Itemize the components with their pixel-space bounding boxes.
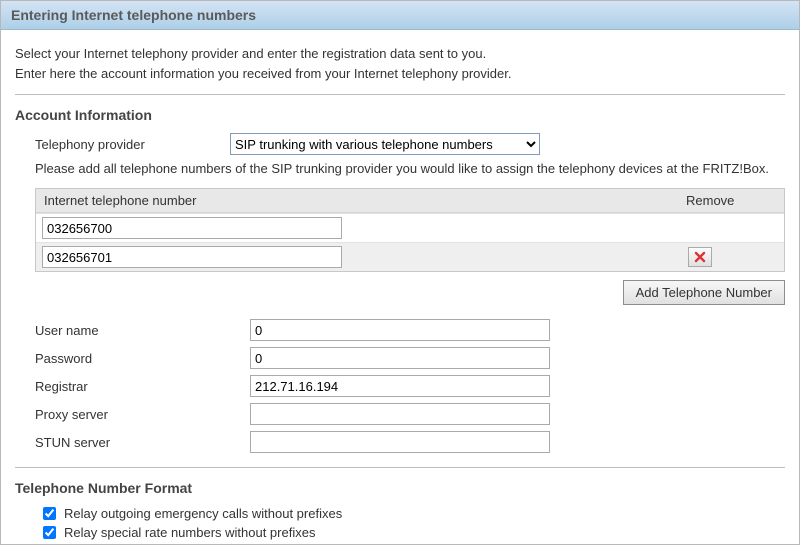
emergency-prefix-label: Relay outgoing emergency calls without p…	[64, 506, 342, 521]
password-label: Password	[15, 351, 250, 366]
special-rate-checkbox[interactable]	[43, 526, 56, 539]
registrar-label: Registrar	[15, 379, 250, 394]
stun-row: STUN server	[15, 431, 785, 453]
divider	[15, 467, 785, 468]
stun-input[interactable]	[250, 431, 550, 453]
stun-label: STUN server	[15, 435, 250, 450]
registrar-row: Registrar	[15, 375, 785, 397]
x-icon	[694, 251, 706, 263]
account-section: Account Information Telephony provider S…	[15, 107, 785, 453]
provider-label: Telephony provider	[15, 137, 230, 152]
username-input[interactable]	[250, 319, 550, 341]
registrar-input[interactable]	[250, 375, 550, 397]
settings-panel: Entering Internet telephone numbers Sele…	[0, 0, 800, 545]
intro-text: Select your Internet telephony provider …	[15, 44, 785, 84]
username-label: User name	[15, 323, 250, 338]
username-row: User name	[15, 319, 785, 341]
phone-number-table: Internet telephone number Remove	[35, 188, 785, 272]
phone-number-input[interactable]	[42, 246, 342, 268]
table-row	[36, 213, 784, 242]
provider-help-text: Please add all telephone numbers of the …	[35, 161, 785, 176]
proxy-label: Proxy server	[15, 407, 250, 422]
emergency-prefix-row: Relay outgoing emergency calls without p…	[15, 506, 785, 521]
table-header: Internet telephone number Remove	[36, 189, 784, 213]
title-bar: Entering Internet telephone numbers	[1, 1, 799, 30]
add-phone-number-button[interactable]: Add Telephone Number	[623, 280, 785, 305]
divider	[15, 94, 785, 95]
special-rate-row: Relay special rate numbers without prefi…	[15, 525, 785, 540]
format-section-title: Telephone Number Format	[15, 480, 785, 496]
table-row	[36, 242, 784, 271]
intro-line-2: Enter here the account information you r…	[15, 64, 785, 84]
special-rate-label: Relay special rate numbers without prefi…	[64, 525, 315, 540]
remove-button[interactable]	[688, 247, 712, 267]
account-section-title: Account Information	[15, 107, 785, 123]
provider-row: Telephony provider SIP trunking with var…	[15, 133, 785, 155]
intro-line-1: Select your Internet telephony provider …	[15, 44, 785, 64]
phone-number-input[interactable]	[42, 217, 342, 239]
proxy-row: Proxy server	[15, 403, 785, 425]
add-button-row: Add Telephone Number	[15, 280, 785, 305]
emergency-prefix-checkbox[interactable]	[43, 507, 56, 520]
password-input[interactable]	[250, 347, 550, 369]
password-row: Password	[15, 347, 785, 369]
col-header-remove: Remove	[686, 193, 776, 208]
credentials-block: User name Password Registrar Proxy serve…	[15, 319, 785, 453]
proxy-input[interactable]	[250, 403, 550, 425]
col-header-number: Internet telephone number	[44, 193, 686, 208]
format-section: Telephone Number Format Relay outgoing e…	[15, 480, 785, 540]
provider-select[interactable]: SIP trunking with various telephone numb…	[230, 133, 540, 155]
panel-content: Select your Internet telephony provider …	[1, 30, 799, 540]
